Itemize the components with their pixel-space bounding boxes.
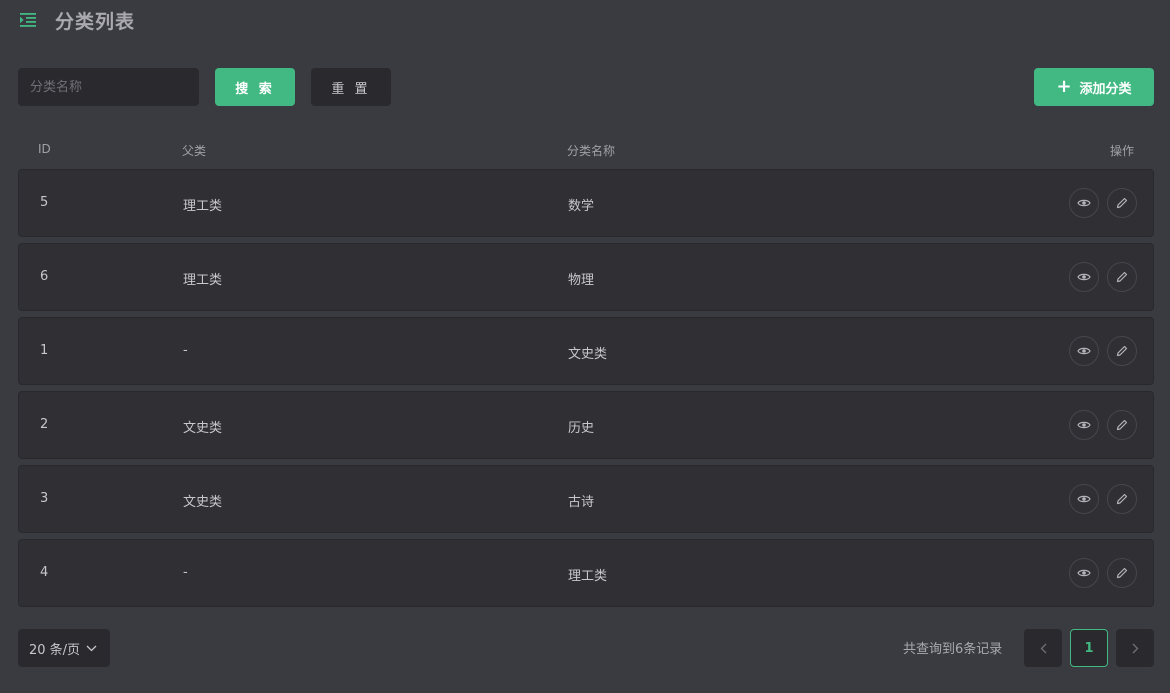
row-name: 理工类 [568,569,608,584]
view-button[interactable] [1069,558,1099,588]
eye-icon [1077,495,1091,503]
row-name: 物理 [568,273,595,288]
previous-page-button[interactable] [1024,629,1062,667]
category-list-page: 分类列表 搜 索 重 置 + 添加分类 ID 父类 分类名称 操作 5 理工类 … [0,0,1170,693]
row-id: 3 [40,491,49,506]
row-name: 历史 [568,421,595,436]
table-row: 4 - 理工类 [18,539,1154,607]
pencil-icon [1116,197,1128,209]
view-button[interactable] [1069,336,1099,366]
add-category-label: 添加分类 [1079,81,1132,97]
pencil-icon [1116,345,1128,357]
view-button[interactable] [1069,410,1099,440]
edit-button[interactable] [1107,410,1137,440]
row-parent: - [183,565,188,580]
table-header: ID 父类 分类名称 操作 [18,138,1154,162]
next-page-button[interactable] [1116,629,1154,667]
table-row: 2 文史类 历史 [18,391,1154,459]
edit-button[interactable] [1107,336,1137,366]
edit-button[interactable] [1107,484,1137,514]
total-records-text: 共查询到6条记录 [903,642,1003,657]
pencil-icon [1116,493,1128,505]
column-header-actions: 操作 [1109,144,1134,158]
chevron-left-icon [1040,643,1046,653]
row-parent: 文史类 [183,495,223,510]
eye-icon [1077,199,1091,207]
category-name-search-input[interactable] [18,68,199,106]
row-name: 古诗 [568,495,595,510]
row-name: 数学 [568,199,595,214]
column-header-parent: 父类 [182,144,207,158]
indent-menu-icon[interactable] [18,10,38,30]
table-row: 1 - 文史类 [18,317,1154,385]
row-name: 文史类 [568,347,608,362]
row-id: 4 [40,565,49,580]
page-title: 分类列表 [55,10,136,33]
search-button[interactable]: 搜 索 [215,68,295,106]
pencil-icon [1116,567,1128,579]
pencil-icon [1116,271,1128,283]
page-header: 分类列表 [18,6,135,34]
pencil-icon [1116,419,1128,431]
page-size-select[interactable]: 20 条/页 [18,629,110,667]
row-parent: 理工类 [183,273,223,288]
eye-icon [1077,273,1091,281]
row-id: 2 [40,417,49,432]
row-id: 1 [40,343,49,358]
edit-button[interactable] [1107,188,1137,218]
row-id: 6 [40,269,49,284]
row-id: 5 [40,195,49,210]
eye-icon [1077,421,1091,429]
table-row: 3 文史类 古诗 [18,465,1154,533]
row-parent: 文史类 [183,421,223,436]
eye-icon [1077,347,1091,355]
add-category-button[interactable]: + 添加分类 [1034,68,1154,106]
chevron-right-icon [1132,643,1138,653]
table-row: 5 理工类 数学 [18,169,1154,237]
plus-icon: + [1056,76,1072,97]
reset-button[interactable]: 重 置 [311,68,391,106]
table-row: 6 理工类 物理 [18,243,1154,311]
page-number-button[interactable]: 1 [1070,629,1108,667]
edit-button[interactable] [1107,262,1137,292]
row-parent: - [183,343,188,358]
column-header-id: ID [38,142,51,156]
page-size-value: 20 条/页 [29,642,81,658]
view-button[interactable] [1069,262,1099,292]
chevron-down-icon [86,645,97,652]
row-parent: 理工类 [183,199,223,214]
view-button[interactable] [1069,188,1099,218]
edit-button[interactable] [1107,558,1137,588]
column-header-name: 分类名称 [567,144,616,158]
eye-icon [1077,569,1091,577]
view-button[interactable] [1069,484,1099,514]
